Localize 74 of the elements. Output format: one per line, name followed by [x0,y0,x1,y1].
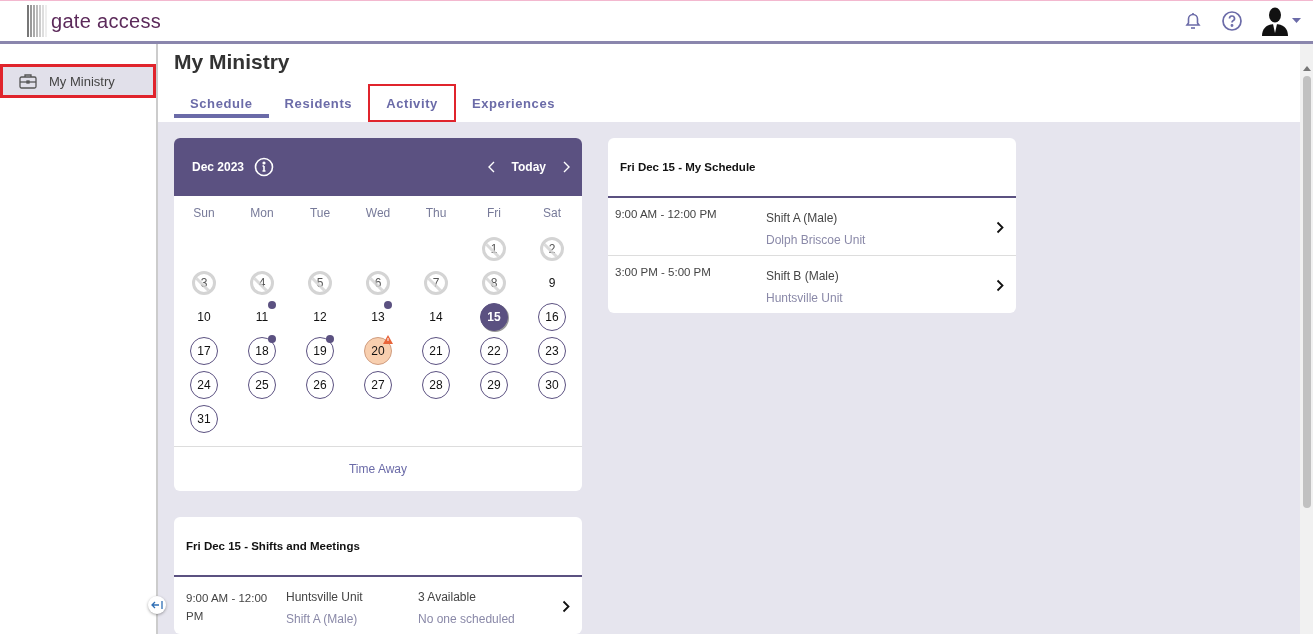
calendar-day[interactable]: 18 [248,337,276,365]
calendar-day[interactable]: 4 [250,271,274,295]
calendar-day[interactable]: 6 [366,271,390,295]
page-title: My Ministry [174,50,291,74]
shift-name: Shift A (Male) [766,211,839,225]
user-menu[interactable] [1261,6,1301,36]
collapse-sidebar-button[interactable] [148,596,166,614]
weekday-label: Sun [192,205,216,222]
chevron-right-icon [562,600,570,613]
caret-icon [1292,18,1301,24]
calendar-day[interactable]: 15 [480,303,508,331]
calendar-day[interactable]: 29 [480,371,508,399]
calendar-day[interactable]: 5 [308,271,332,295]
time-range: 9:00 AM - 12:00 PM [615,208,718,220]
sidebar-item[interactable]: My Ministry [0,64,156,98]
calendar-day[interactable]: 20 [364,337,392,365]
calendar-day[interactable]: 25 [248,371,276,399]
weekday-label: Wed [364,205,392,222]
tab[interactable]: Experiences [455,88,572,122]
info-icon[interactable] [254,157,275,177]
weekday-label: Fri [486,205,502,222]
scroll-up-arrow-icon[interactable] [1302,66,1311,71]
weekday-label: Sat [542,205,562,222]
time-range: 3:00 PM - 5:00 PM [615,266,712,278]
calendar-day[interactable]: 26 [306,371,334,399]
tab[interactable]: Residents [268,88,369,122]
scrollbar[interactable] [1300,44,1313,634]
schedule-row[interactable]: 9:00 AM - 12:00 PM Shift A (Male) Dolph Briscoe Unit [608,198,1016,255]
tab[interactable]: Activity [368,84,456,122]
time-range: 9:00 AM - 12:00 PM [186,591,269,624]
collapse-arrow-icon [151,600,163,610]
calendar-day[interactable]: 7 [424,271,448,295]
weekday-label: Thu [424,205,448,222]
calendar-day[interactable]: 30 [538,371,566,399]
calendar-day[interactable]: 22 [480,337,508,365]
previous-month-icon[interactable] [487,161,496,173]
logo-bars-icon [27,5,49,37]
schedule-row[interactable]: 3:00 PM - 5:00 PM Shift B (Male) Huntsville Unit [608,255,1016,313]
calendar-day[interactable]: 23 [538,337,566,365]
shift-name: Shift A (Male) [286,612,359,626]
weekday-label: Mon [249,205,275,222]
unit-name: Dolph Briscoe Unit [766,233,867,247]
card-title: Fri Dec 15 - My Schedule [619,160,757,175]
tab[interactable]: Schedule [174,88,269,122]
card-title: Fri Dec 15 - Shifts and Meetings [185,539,361,554]
time-away-link[interactable]: Time Away [349,462,407,476]
calendar-day[interactable]: 8 [482,271,506,295]
shift-name: Shift B (Male) [766,269,840,283]
unit-name: Huntsville Unit [286,590,364,604]
chevron-right-icon [996,279,1004,292]
unit-name: Huntsville Unit [766,291,844,305]
today-button[interactable]: Today [505,160,552,174]
month-label: Dec 2023 [192,160,245,174]
chevron-right-icon [996,221,1004,234]
calendar-day[interactable]: 19 [306,337,334,365]
scheduled-status: No one scheduled [418,612,516,626]
user-avatar-icon [1261,6,1289,36]
next-month-icon[interactable] [562,161,570,173]
calendar-day[interactable]: 28 [422,371,450,399]
availability-count: 3 Available [418,590,477,604]
calendar-day[interactable]: 31 [190,405,218,433]
notification-bell-icon[interactable] [1183,11,1203,31]
help-icon[interactable] [1221,10,1243,32]
warning-icon [383,335,393,344]
calendar-day[interactable]: 17 [190,337,218,365]
calendar-day[interactable]: 21 [422,337,450,365]
weekday-label: Tue [308,205,332,222]
calendar-day[interactable]: 24 [190,371,218,399]
logo-text: gate access [51,9,162,33]
briefcase-icon [19,73,37,89]
calendar-day[interactable]: 16 [538,303,566,331]
calendar-day[interactable]: 27 [364,371,392,399]
calendar-day[interactable]: 3 [192,271,216,295]
shift-row[interactable]: 9:00 AM - 12:00 PM Huntsville Unit Shift A (Male) 3 Available No one scheduled [174,577,582,634]
